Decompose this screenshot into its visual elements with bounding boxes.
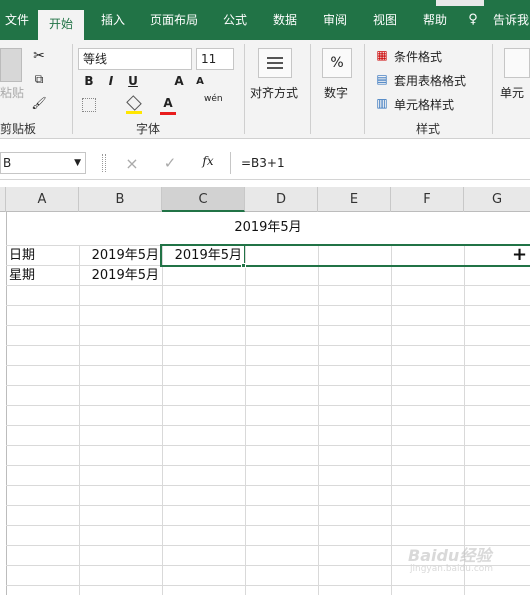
font-color-icon[interactable]: A [160,96,176,116]
format-as-table-icon: ▤ [376,72,388,86]
increase-font-size-button[interactable]: A [172,74,186,88]
cell-styles-icon: ▥ [376,96,388,110]
ribbon-tabs: 文件 开始 插入 页面布局 公式 数据 审阅 视图 帮助 ♀ 告诉我 [0,0,530,40]
plus-cursor-icon: + [512,244,528,265]
clipboard-group-label: 剪贴板 [0,122,37,136]
group-divider [72,44,73,134]
formula-bar: B ▼ × ✓ fx =B3+1 [0,146,530,180]
fill-color-icon[interactable] [126,95,142,114]
group-divider [492,44,493,134]
italic-button[interactable]: I [104,74,118,88]
ribbon: 粘贴 ✂ ⧉ 🖌 剪贴板 等线 11 B I U A A A wén 字体 对齐… [0,40,530,139]
name-box-value: B [3,156,12,170]
enter-icon[interactable]: ✓ [162,154,178,172]
group-divider [364,44,365,134]
title-bar-button[interactable] [436,0,484,6]
watermark-brand: Baidu经验 [408,546,492,565]
cancel-icon[interactable]: × [124,154,140,173]
cut-icon[interactable]: ✂ [30,48,48,64]
fill-handle[interactable] [241,263,246,268]
paste-icon[interactable] [0,48,22,82]
format-painter-icon[interactable]: 🖌 [30,96,48,110]
number-button[interactable]: 数字 [324,84,348,101]
name-box[interactable]: B ▼ [0,152,86,174]
column-header-b[interactable]: B [79,187,162,212]
tab-page-layout[interactable]: 页面布局 [142,8,206,40]
copy-icon[interactable]: ⧉ [30,72,48,87]
formula-bar-grip [102,154,106,172]
cell-b-date[interactable]: 2019年5月 [79,246,159,266]
alignment-button[interactable]: 对齐方式 [250,84,298,101]
column-header-a[interactable]: A [6,187,79,212]
worksheet-grid[interactable]: 2019年5月 日期 2019年5月 2019年5月 星期 2019年5月 + … [0,212,530,595]
font-group-label: 字体 [136,122,161,136]
cells-button[interactable]: 单元 [500,84,524,101]
font-name-select[interactable]: 等线 [78,48,192,70]
tab-help[interactable]: 帮助 [414,8,456,40]
chevron-down-icon[interactable]: ▼ [74,153,81,173]
conditional-format-button[interactable]: 条件格式 [394,48,442,65]
watermark-url: jingyan.baidu.com [410,564,494,574]
lightbulb-icon[interactable]: ♀ [464,8,482,40]
tab-home[interactable]: 开始 [38,10,84,40]
cell-a-date-label[interactable]: 日期 [9,246,35,266]
tab-review[interactable]: 审阅 [314,8,356,40]
cell-b-weekday[interactable]: 2019年5月 [79,266,159,286]
underline-button[interactable]: U [126,74,140,88]
percent-icon[interactable]: % [322,48,352,78]
cells-icon[interactable] [504,48,530,78]
column-header-c[interactable]: C [162,187,245,212]
font-size-select[interactable]: 11 [196,48,234,70]
paste-button[interactable]: 粘贴 [0,84,24,101]
tab-file[interactable]: 文件 [0,8,34,40]
tell-me-search[interactable]: 告诉我 [488,8,530,40]
watermark: Baidu经验 jingyan.baidu.com [408,542,518,586]
column-header-e[interactable]: E [318,187,391,212]
tab-insert[interactable]: 插入 [92,8,134,40]
insert-function-icon[interactable]: fx [198,154,218,168]
column-header-d[interactable]: D [245,187,318,212]
format-as-table-button[interactable]: 套用表格格式 [394,72,466,89]
cell-styles-button[interactable]: 单元格样式 [394,96,454,113]
styles-group-label: 样式 [416,122,441,136]
group-divider [310,44,311,134]
decrease-font-size-button[interactable]: A [194,76,206,87]
tab-view[interactable]: 视图 [364,8,406,40]
tab-data[interactable]: 数据 [264,8,306,40]
font-color-glyph: A [163,96,173,110]
group-divider [244,44,245,134]
tab-formulas[interactable]: 公式 [214,8,256,40]
selection-range[interactable] [160,244,530,267]
column-headers: A B C D E F G [0,187,530,212]
alignment-icon[interactable] [258,48,292,78]
column-header-g[interactable]: G [464,187,530,212]
merged-title-cell[interactable]: 2019年5月 [6,218,530,238]
cell-a-weekday-label[interactable]: 星期 [9,266,35,286]
bold-button[interactable]: B [82,74,96,88]
phonetic-guide-icon[interactable]: wén [204,94,223,104]
formula-input[interactable]: =B3+1 [230,152,530,174]
column-header-f[interactable]: F [391,187,464,212]
border-icon[interactable] [82,98,96,112]
conditional-format-icon: ▦ [376,48,388,62]
